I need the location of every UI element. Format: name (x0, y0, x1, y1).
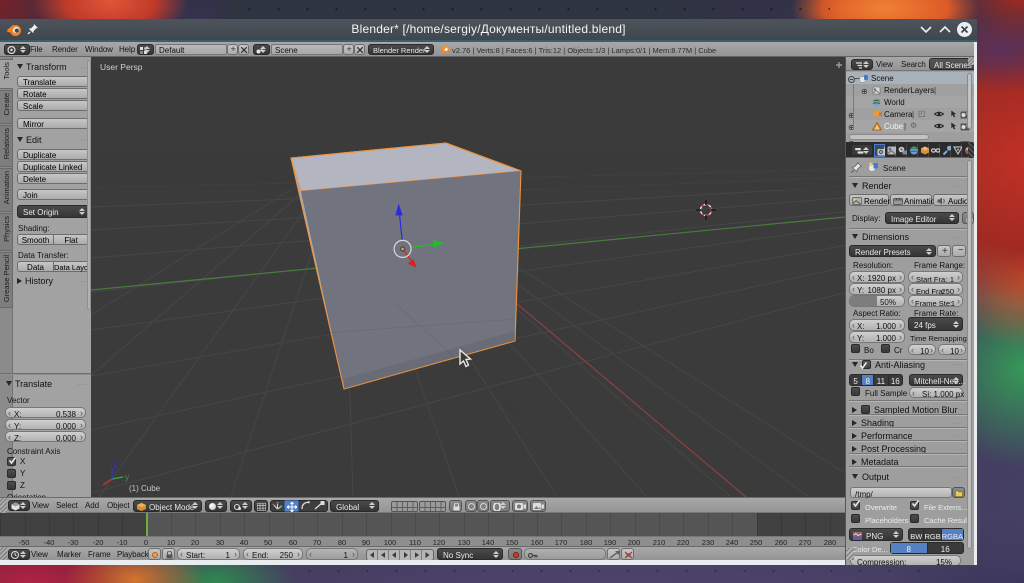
svg-text:(1) Cube: (1) Cube (129, 484, 161, 493)
svg-text:z: z (114, 460, 118, 469)
svg-text:User Persp: User Persp (100, 62, 143, 72)
svg-text:y: y (125, 473, 129, 482)
